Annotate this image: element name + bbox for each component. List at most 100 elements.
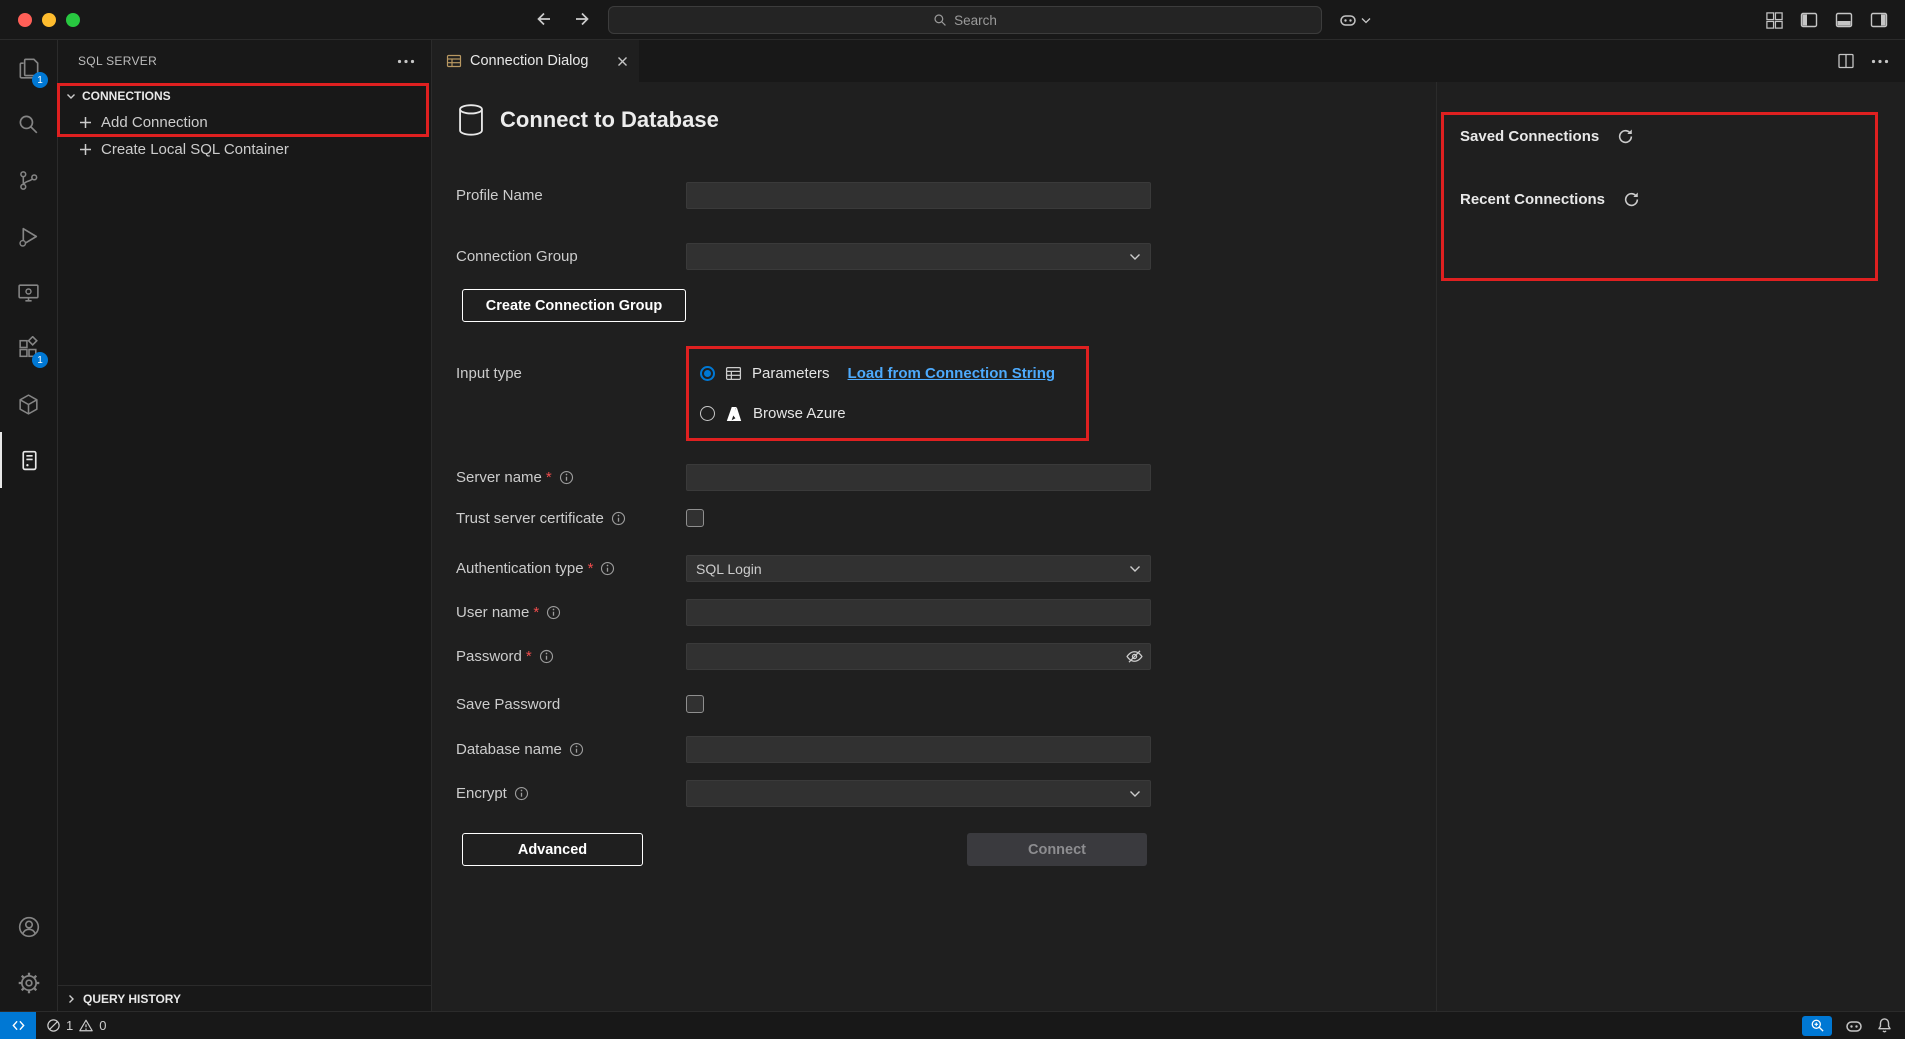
create-local-sql-container-label: Create Local SQL Container [101, 141, 289, 158]
bell-icon[interactable] [1876, 1017, 1893, 1034]
password-input[interactable] [686, 643, 1151, 670]
activity-bar: 1 [0, 40, 58, 1011]
remote-indicator[interactable] [0, 1012, 36, 1039]
info-icon[interactable] [600, 561, 615, 576]
chevron-right-icon [64, 992, 78, 1006]
close-icon[interactable] [616, 55, 629, 68]
create-local-sql-container-item[interactable]: Create Local SQL Container [58, 136, 431, 163]
toggle-password-visibility-icon[interactable] [1125, 647, 1144, 666]
toggle-panel-icon[interactable] [1834, 10, 1854, 30]
user-name-input[interactable] [686, 599, 1151, 626]
info-icon[interactable] [539, 649, 554, 664]
activity-accounts[interactable] [0, 899, 57, 955]
server-name-label: Server name * [456, 469, 686, 486]
connection-dialog-tab-icon [446, 53, 462, 69]
customize-layout-icon[interactable] [1765, 11, 1784, 30]
extensions-badge: 1 [32, 352, 48, 368]
connections-section-label: CONNECTIONS [82, 89, 171, 103]
more-actions-icon[interactable] [1871, 59, 1889, 64]
activity-search[interactable] [0, 96, 57, 152]
trust-server-certificate-checkbox[interactable] [686, 509, 704, 527]
forward-arrow-icon[interactable] [572, 9, 592, 29]
trust-server-certificate-label: Trust server certificate [456, 510, 686, 527]
gear-icon [16, 970, 42, 996]
activity-run-debug[interactable] [0, 208, 57, 264]
activity-explorer[interactable]: 1 [0, 40, 57, 96]
chevron-down-icon [1129, 253, 1141, 261]
tab-label: Connection Dialog [470, 53, 608, 69]
activity-extensions[interactable]: 1 [0, 320, 57, 376]
azure-icon [725, 405, 743, 423]
copilot-status-icon[interactable] [1844, 1016, 1864, 1036]
input-type-label: Input type [456, 360, 686, 387]
refresh-icon[interactable] [1623, 191, 1640, 208]
close-window-button[interactable] [18, 13, 32, 27]
database-name-input[interactable] [686, 736, 1151, 763]
browse-azure-radio-label: Browse Azure [753, 405, 846, 422]
source-control-icon [16, 168, 41, 193]
authentication-type-select[interactable]: SQL Login [686, 555, 1151, 582]
connections-section-header[interactable]: CONNECTIONS [58, 82, 431, 109]
encrypt-select[interactable] [686, 780, 1151, 807]
activity-sql-server[interactable] [0, 432, 57, 488]
split-editor-icon[interactable] [1837, 52, 1855, 70]
tab-connection-dialog[interactable]: Connection Dialog [432, 40, 639, 82]
query-history-section-header[interactable]: QUERY HISTORY [58, 985, 431, 1011]
command-center-search[interactable]: Search [608, 6, 1322, 34]
info-icon[interactable] [559, 470, 574, 485]
connect-button[interactable]: Connect [967, 833, 1147, 866]
info-icon[interactable] [569, 742, 584, 757]
plus-icon [78, 142, 93, 157]
warning-icon [78, 1018, 94, 1033]
connection-dialog-form: Connect to Database Profile Name Connect… [432, 82, 1436, 1011]
copilot-icon [1338, 10, 1358, 30]
info-icon[interactable] [546, 605, 561, 620]
info-icon[interactable] [514, 786, 529, 801]
chevron-down-icon [1129, 565, 1141, 573]
title-bar: Search [0, 0, 1905, 40]
encrypt-label: Encrypt [456, 785, 686, 802]
activity-settings[interactable] [0, 955, 57, 1011]
maximize-window-button[interactable] [66, 13, 80, 27]
activity-containers[interactable] [0, 376, 57, 432]
zoom-status-button[interactable] [1802, 1016, 1832, 1036]
search-placeholder: Search [954, 13, 997, 28]
activity-remote-explorer[interactable] [0, 264, 57, 320]
activity-source-control[interactable] [0, 152, 57, 208]
connection-group-select[interactable] [686, 243, 1151, 270]
recent-connections-title: Recent Connections [1460, 191, 1605, 208]
toggle-secondary-sidebar-icon[interactable] [1869, 10, 1889, 30]
toggle-sidebar-icon[interactable] [1799, 10, 1819, 30]
more-actions-icon[interactable] [397, 59, 415, 64]
error-icon [46, 1018, 61, 1033]
problems-status[interactable]: 1 0 [46, 1018, 106, 1033]
save-password-checkbox[interactable] [686, 695, 704, 713]
query-history-label: QUERY HISTORY [83, 992, 181, 1006]
back-arrow-icon[interactable] [534, 9, 554, 29]
account-icon [16, 914, 42, 940]
refresh-icon[interactable] [1617, 128, 1634, 145]
status-bar: 1 0 [0, 1011, 1905, 1039]
copilot-menu[interactable] [1338, 10, 1371, 30]
save-password-label: Save Password [456, 696, 686, 713]
info-icon[interactable] [611, 511, 626, 526]
sidebar: SQL SERVER CONNECTIONS Add Connection [58, 40, 432, 1011]
warning-count: 0 [99, 1018, 106, 1033]
profile-name-input[interactable] [686, 182, 1151, 209]
parameters-radio-label: Parameters [752, 365, 830, 382]
editor-area: Connection Dialog [432, 40, 1905, 1011]
browse-azure-radio[interactable] [700, 406, 715, 421]
load-from-connection-string-link[interactable]: Load from Connection String [848, 365, 1056, 382]
chevron-down-icon [1361, 17, 1371, 24]
add-connection-item[interactable]: Add Connection [58, 109, 431, 136]
parameters-radio[interactable] [700, 366, 715, 381]
search-icon [16, 112, 41, 137]
create-connection-group-button[interactable]: Create Connection Group [462, 289, 686, 322]
tab-bar: Connection Dialog [432, 40, 1905, 82]
error-count: 1 [66, 1018, 73, 1033]
sql-server-icon [17, 448, 42, 473]
minimize-window-button[interactable] [42, 13, 56, 27]
server-name-input[interactable] [686, 464, 1151, 491]
search-icon [933, 13, 947, 27]
advanced-button[interactable]: Advanced [462, 833, 643, 866]
